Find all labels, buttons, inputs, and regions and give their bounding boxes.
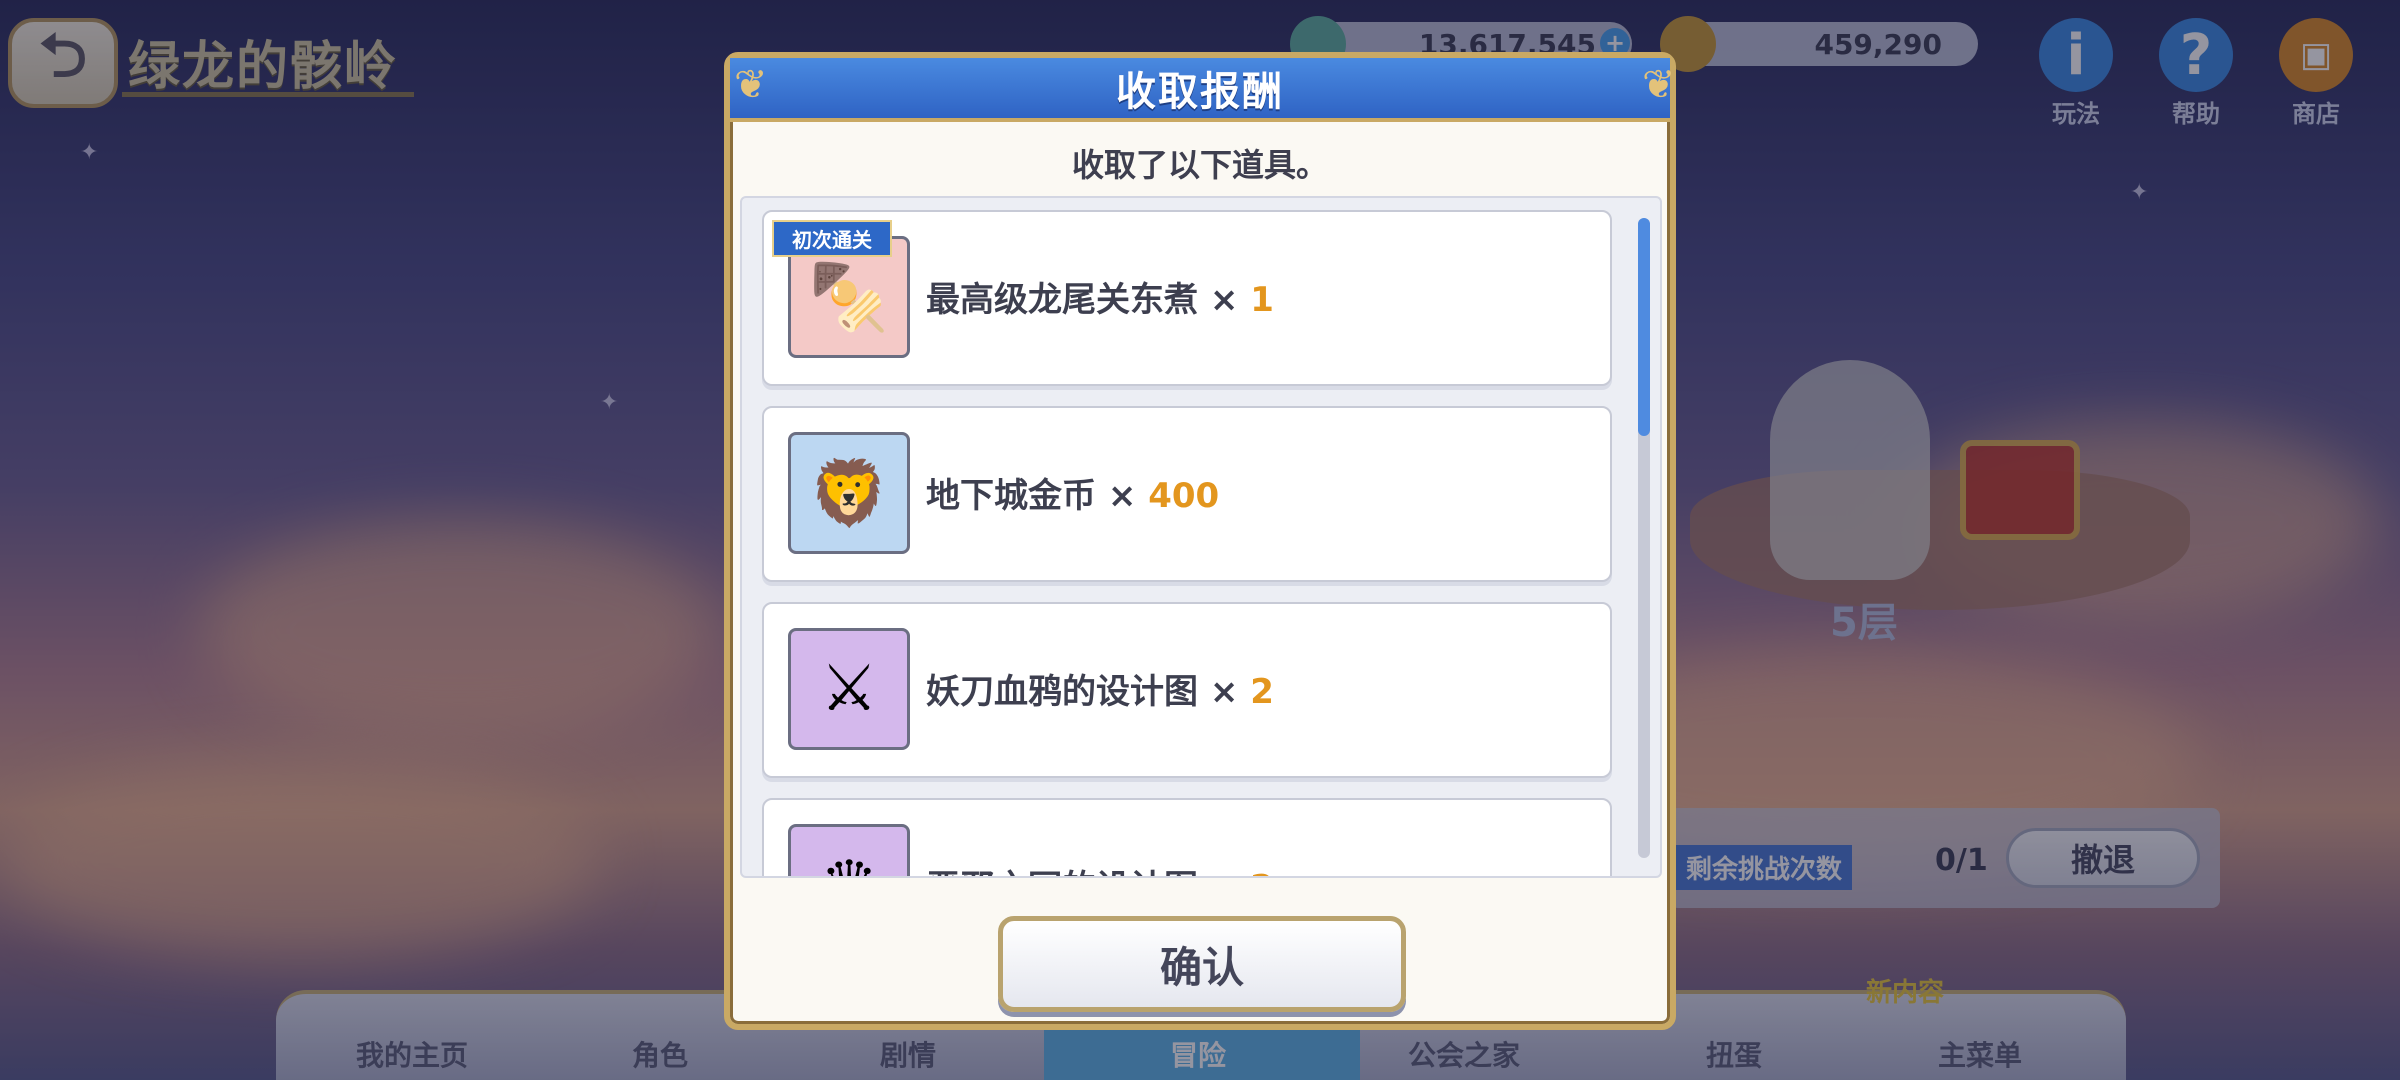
reward-times: × — [1210, 868, 1239, 876]
reward-item: 🍢 初次通关 最高级龙尾关东煮 × 1 — [762, 210, 1612, 386]
reward-dialog: ❦ 收取报酬 ❦ 收取了以下道具。 🍢 初次通关 最高级龙尾关东煮 × 1 🦁 … — [724, 52, 1676, 1030]
reward-quantity: 400 — [1148, 476, 1220, 516]
first-clear-badge: 初次通关 — [772, 220, 892, 257]
reward-name: 最高级龙尾关东煮 — [926, 280, 1198, 320]
dialog-header: ❦ 收取报酬 ❦ — [730, 58, 1676, 122]
corner-ornament-icon: ❦ — [734, 62, 768, 108]
scrollbar-thumb[interactable] — [1638, 218, 1650, 436]
reward-times: × — [1107, 476, 1137, 516]
reward-item: ⚔ 妖刀血鸦的设计图 × 2 — [762, 602, 1612, 778]
dialog-title: 收取报酬 — [1116, 69, 1284, 115]
reward-quantity: 1 — [1250, 280, 1274, 320]
reward-name: 地下城金币 — [926, 476, 1096, 516]
reward-label: 恶邪之冠的设计图 × 2 — [926, 860, 1274, 876]
corner-ornament-icon: ❦ — [1642, 62, 1676, 108]
reward-name: 恶邪之冠的设计图 — [926, 868, 1198, 876]
reward-label: 最高级龙尾关东煮 × 1 — [926, 272, 1274, 321]
lion-coin-icon: 🦁 — [788, 432, 910, 554]
reward-list[interactable]: 🍢 初次通关 最高级龙尾关东煮 × 1 🦁 地下城金币 × 400 ⚔ 妖刀血鸦… — [740, 196, 1662, 878]
dialog-subtitle: 收取了以下道具。 — [1071, 146, 1328, 184]
reward-times: × — [1209, 672, 1239, 712]
reward-label: 地下城金币 × 400 — [926, 468, 1219, 517]
blueprint-sword-icon: ⚔ — [788, 628, 910, 750]
reward-label: 妖刀血鸦的设计图 × 2 — [926, 664, 1274, 713]
reward-item: ♛ 恶邪之冠的设计图 × 2 — [762, 798, 1612, 876]
reward-name: 妖刀血鸦的设计图 — [926, 672, 1198, 712]
reward-quantity: 2 — [1250, 868, 1274, 876]
confirm-button[interactable]: 确认 — [998, 916, 1406, 1012]
reward-times: × — [1209, 280, 1239, 320]
blueprint-crown-icon: ♛ — [788, 824, 910, 876]
reward-item: 🦁 地下城金币 × 400 — [762, 406, 1612, 582]
reward-quantity: 2 — [1250, 672, 1274, 712]
